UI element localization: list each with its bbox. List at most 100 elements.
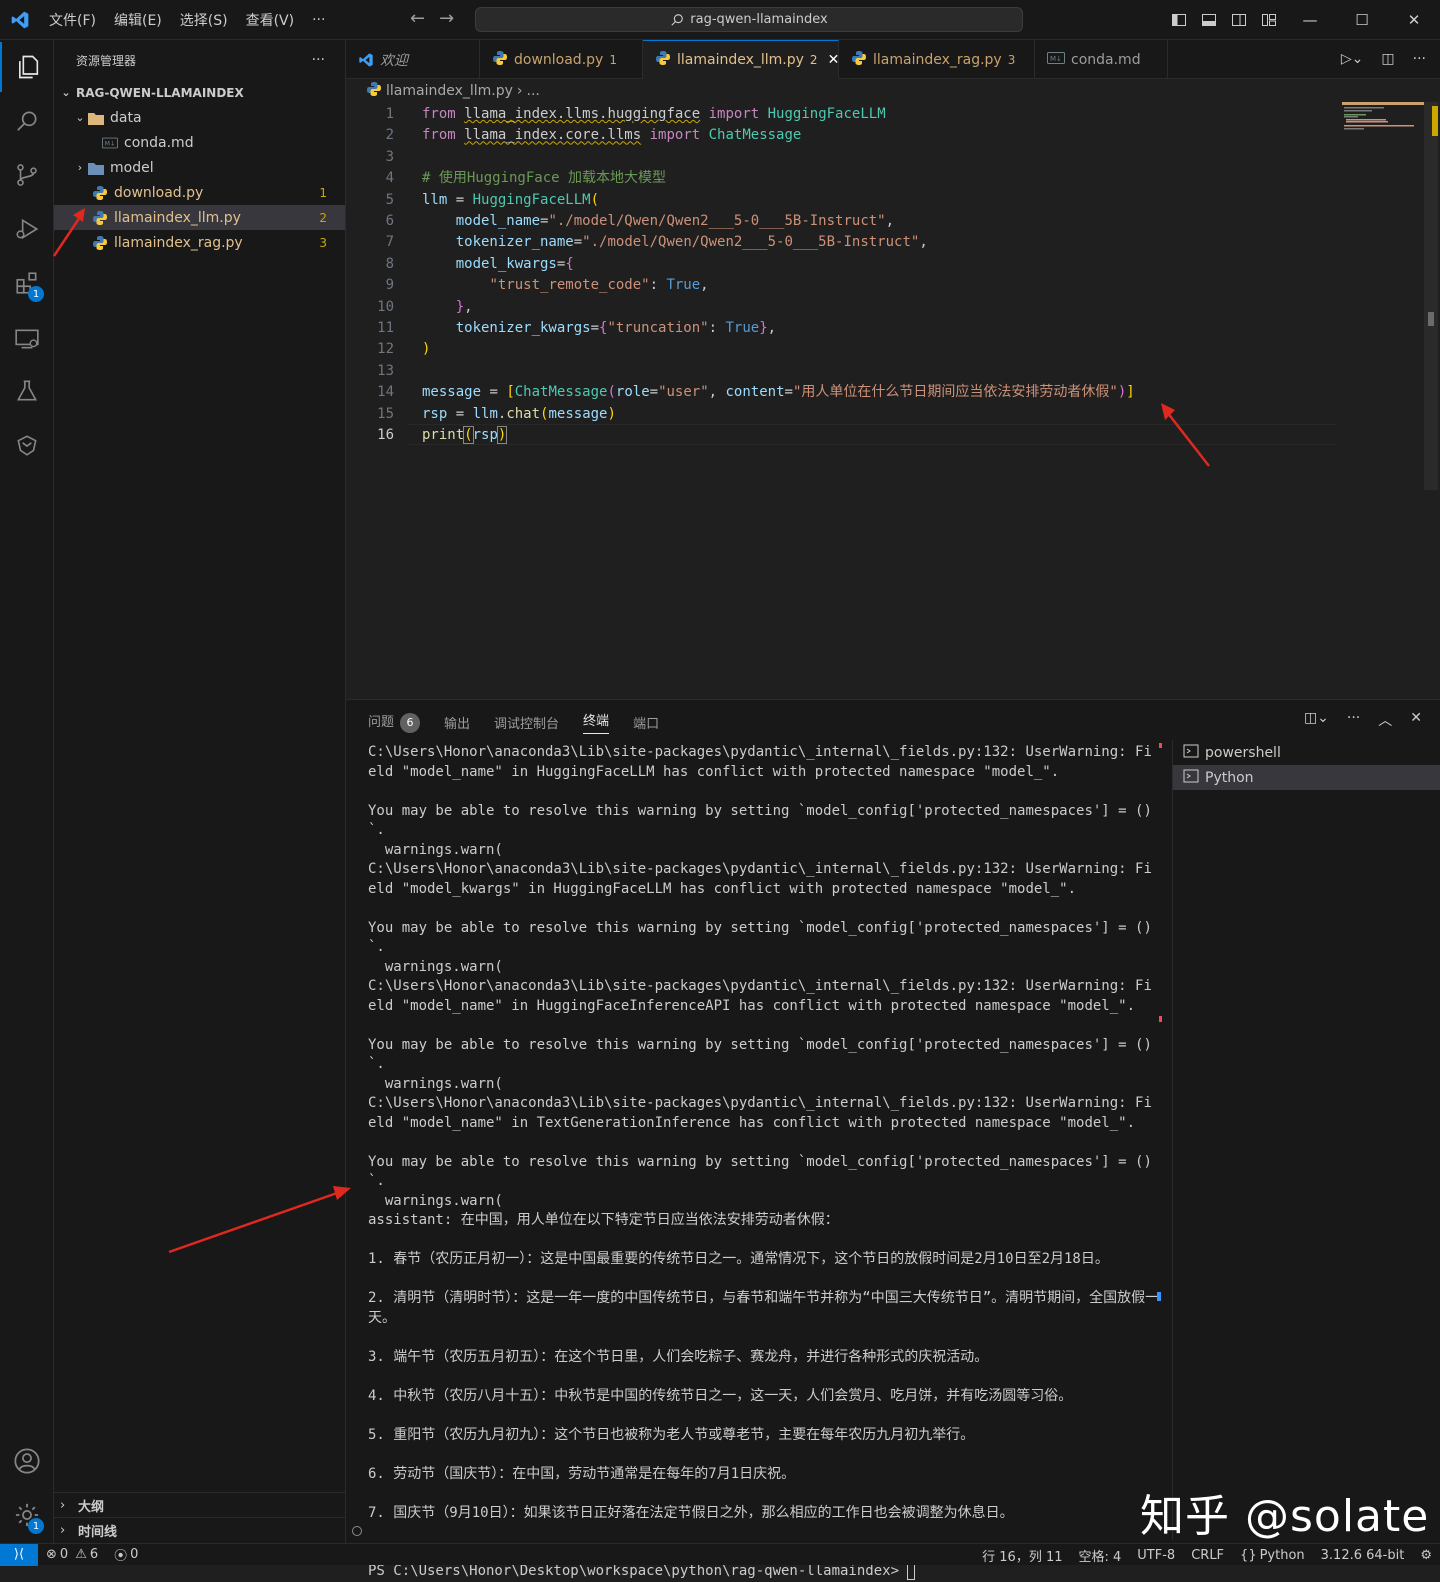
menu-edit[interactable]: 编辑(E) (105, 10, 171, 30)
more-actions-icon[interactable]: ··· (1347, 710, 1360, 730)
explorer-title: 资源管理器 (76, 53, 137, 68)
bottom-panel: 问题 6 输出 调试控制台 终端 端口 ◫⌄ ··· ︿ ✕ C:\Users\H… (346, 699, 1440, 1580)
copilot-icon[interactable] (0, 420, 54, 470)
tab-welcome[interactable]: 欢迎 (346, 40, 480, 79)
language-mode[interactable]: {} Python (1232, 1548, 1313, 1563)
indentation[interactable]: 空格: 4 (1071, 1546, 1130, 1565)
more-actions-icon[interactable]: ··· (1413, 51, 1426, 67)
explorer-sidebar: 资源管理器 ··· ⌄ RAG-QWEN-LLAMAINDEX ⌄ data M… (54, 40, 346, 1543)
tree-item-label: llamaindex_llm.py (114, 209, 241, 226)
minimize-button[interactable]: — (1284, 0, 1336, 40)
timeline-label: 时间线 (78, 1524, 118, 1540)
run-python-file-icon[interactable]: ▷⌄ (1341, 51, 1364, 67)
tree-folder-model[interactable]: › model (54, 155, 345, 180)
customize-layout-icon[interactable] (1254, 0, 1284, 40)
encoding[interactable]: UTF-8 (1129, 1548, 1183, 1563)
menu-file[interactable]: 文件(F) (40, 10, 105, 30)
line-number: 6 (385, 213, 394, 229)
end-of-line[interactable]: CRLF (1183, 1548, 1232, 1563)
command-decoration-icon (352, 1526, 362, 1536)
menu-view[interactable]: 查看(V) (237, 10, 304, 30)
extensions-icon[interactable]: 1 (0, 258, 54, 308)
workspace-root-label: RAG-QWEN-LLAMAINDEX (76, 85, 244, 100)
chevron-down-icon: ⌄ (75, 111, 85, 124)
accounts-icon[interactable] (0, 1436, 54, 1486)
python-file-icon (492, 50, 508, 70)
breadcrumb-file[interactable]: llamaindex_llm.py (386, 83, 513, 99)
tab-llamaindex-llm-py[interactable]: llamaindex_llm.py 2 ✕ (643, 40, 839, 79)
line-number: 13 (377, 362, 394, 379)
remote-indicator-icon[interactable]: ⟩⟨ (0, 1543, 38, 1566)
python-file-icon (92, 210, 108, 226)
toggle-panel-icon[interactable] (1194, 0, 1224, 40)
workspace-root[interactable]: ⌄ RAG-QWEN-LLAMAINDEX (54, 80, 345, 105)
tab-problem-count: 1 (609, 52, 617, 67)
outline-section[interactable]: › 大纲 (54, 1492, 346, 1517)
settings-gear-icon[interactable]: 1 (0, 1490, 54, 1540)
maximize-button[interactable]: ☐ (1336, 0, 1388, 40)
split-terminal-icon[interactable]: ◫⌄ (1304, 710, 1329, 730)
explorer-icon[interactable] (0, 42, 54, 92)
tab-ports[interactable]: 端口 (633, 713, 659, 732)
tab-llamaindex-rag-py[interactable]: llamaindex_rag.py 3 (839, 40, 1035, 79)
close-panel-icon[interactable]: ✕ (1410, 710, 1422, 730)
tree-item-label: llamaindex_rag.py (114, 234, 243, 251)
back-arrow-icon[interactable]: ← (410, 8, 425, 29)
tab-problem-count: 3 (1007, 52, 1016, 67)
search-icon (671, 13, 684, 26)
cursor-position[interactable]: 行 16，列 11 (974, 1546, 1070, 1565)
chevron-right-icon: › (60, 1522, 66, 1538)
tab-output[interactable]: 输出 (444, 713, 470, 732)
close-tab-icon[interactable]: ✕ (828, 52, 840, 68)
minimap[interactable] (1342, 102, 1424, 132)
tree-file-llamaindex-llm-py[interactable]: llamaindex_llm.py 2 (54, 205, 345, 230)
chevron-right-icon: › (60, 1497, 66, 1513)
tree-file-llamaindex-rag-py[interactable]: llamaindex_rag.py 3 (54, 230, 345, 255)
python-interpreter[interactable]: 3.12.6 64-bit (1313, 1548, 1413, 1563)
close-window-button[interactable]: ✕ (1388, 0, 1440, 40)
tab-label: 欢迎 (380, 52, 408, 69)
line-number: 8 (385, 255, 394, 272)
terminal-item-powershell[interactable]: powershell (1173, 740, 1440, 765)
code-editor[interactable]: 1 2 3 4 5 6 7 8 9 10 11 12 13 14 15 16 from llama_index… (346, 102, 1424, 698)
search-icon[interactable] (0, 96, 54, 146)
tab-terminal[interactable]: 终端 (583, 710, 610, 734)
python-file-icon (655, 50, 671, 70)
ports-status[interactable]: ⦿ 0 (106, 1545, 146, 1564)
run-debug-icon[interactable] (0, 204, 54, 254)
testing-icon[interactable] (0, 366, 54, 416)
tab-problems[interactable]: 问题 6 (368, 711, 421, 733)
remote-explorer-icon[interactable] (0, 314, 54, 364)
editor-scrollbar[interactable] (1424, 102, 1438, 698)
tree-file-conda-md[interactable]: M↓ conda.md (54, 130, 345, 155)
tab-download-py[interactable]: download.py 1 (480, 40, 643, 79)
copilot-status-icon[interactable]: ⚙ (1412, 1548, 1440, 1563)
toggle-primary-sidebar-icon[interactable] (1164, 0, 1194, 40)
command-center-search[interactable]: rag-qwen-llamaindex (475, 7, 1023, 32)
problem-count: 3 (319, 235, 327, 250)
terminal-list: powershell Python (1172, 740, 1440, 1540)
tree-folder-data[interactable]: ⌄ data (54, 105, 345, 130)
explorer-more-button[interactable]: ··· (312, 52, 325, 68)
breadcrumb-symbol[interactable]: ... (527, 83, 540, 99)
title-bar: 文件(F) 编辑(E) 选择(S) 查看(V) ··· ← → rag-qwen… (0, 0, 1440, 40)
terminal-output[interactable]: C:\Users\Honor\anaconda3\Lib\site-packag… (368, 743, 1160, 1582)
forward-arrow-icon[interactable]: → (439, 8, 454, 29)
tab-conda-md[interactable]: M↓ conda.md (1035, 40, 1168, 79)
tree-file-download-py[interactable]: download.py 1 (54, 180, 345, 205)
maximize-panel-icon[interactable]: ︿ (1378, 710, 1392, 730)
error-icon: ⊗ (46, 1547, 57, 1562)
tab-debug-console[interactable]: 调试控制台 (494, 713, 559, 732)
toggle-secondary-sidebar-icon[interactable] (1224, 0, 1254, 40)
terminal-item-python[interactable]: Python (1173, 765, 1440, 790)
source-control-icon[interactable] (0, 150, 54, 200)
menu-selection[interactable]: 选择(S) (171, 10, 237, 30)
timeline-section[interactable]: › 时间线 (54, 1517, 346, 1542)
split-editor-icon[interactable]: ◫ (1381, 51, 1394, 67)
menu-more[interactable]: ··· (303, 12, 334, 28)
extensions-badge: 1 (28, 286, 44, 302)
markdown-file-icon: M↓ (1047, 51, 1065, 68)
problems-status[interactable]: ⊗ 0 ⚠ 6 (38, 1547, 106, 1562)
command-center-label: rag-qwen-llamaindex (690, 12, 828, 27)
code-content[interactable]: from llama_index.llms.huggingface import… (422, 104, 1135, 447)
